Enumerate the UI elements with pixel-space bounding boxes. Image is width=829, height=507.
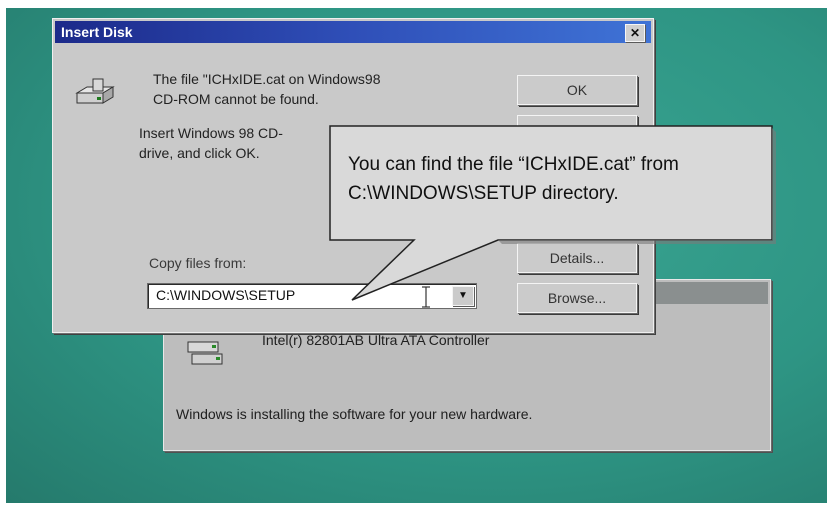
instruction-line1: Insert Windows 98 CD- — [139, 125, 283, 141]
dialog-titlebar[interactable]: Insert Disk ✕ — [55, 21, 651, 43]
error-message-line1: The file "ICHxIDE.cat on Windows98 — [153, 71, 381, 87]
dialog-title: Insert Disk — [61, 24, 133, 40]
controller-icon — [186, 336, 226, 370]
error-message: The file "ICHxIDE.cat on Windows98 CD-RO… — [153, 69, 473, 109]
device-name: Intel(r) 82801AB Ultra ATA Controller — [262, 332, 490, 348]
ok-button[interactable]: OK — [517, 75, 637, 105]
callout-text: You can find the file “ICHxIDE.cat” from… — [348, 150, 768, 208]
details-button-label: Details... — [549, 250, 605, 266]
details-button[interactable]: Details... — [517, 243, 637, 273]
error-message-line2: CD-ROM cannot be found. — [153, 91, 319, 107]
close-icon: ✕ — [629, 26, 641, 40]
text-cursor-icon — [422, 286, 430, 308]
copy-files-label: Copy files from: — [149, 255, 247, 271]
close-button[interactable]: ✕ — [625, 24, 645, 42]
installing-status-text: Windows is installing the software for y… — [176, 406, 533, 422]
browse-button[interactable]: Browse... — [517, 283, 637, 313]
callout-line1: You can find the file “ICHxIDE.cat” from — [348, 154, 679, 175]
disk-drive-icon — [73, 71, 117, 111]
dropdown-arrow-icon[interactable]: ▼ — [452, 286, 474, 306]
cancel-button[interactable] — [517, 115, 637, 145]
callout-line2: C:\WINDOWS\SETUP directory. — [348, 183, 619, 204]
browse-button-label: Browse... — [547, 290, 607, 306]
copy-files-value[interactable]: C:\WINDOWS\SETUP — [156, 287, 295, 303]
